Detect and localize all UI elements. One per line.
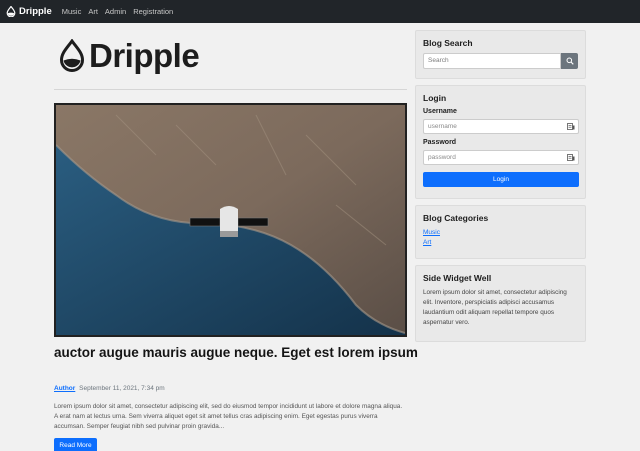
login-button[interactable]: Login (423, 172, 579, 187)
categories-list: Music Art (423, 228, 578, 247)
username-placeholder: username (428, 123, 457, 130)
search-card-title: Blog Search (423, 38, 473, 48)
categories-card-title: Blog Categories (423, 213, 489, 223)
category-link-art[interactable]: Art (423, 238, 578, 248)
search-row: Search (423, 53, 578, 69)
side-widget-text: Lorem ipsum dolor sit amet, consectetur … (423, 289, 567, 326)
navbar: Dripple Music Art Admin Registration (0, 0, 640, 23)
nav-link-music[interactable]: Music (62, 7, 82, 16)
divider (54, 89, 407, 90)
post-hero-image[interactable] (54, 103, 407, 337)
username-label: Username (423, 108, 457, 115)
search-input[interactable]: Search (423, 53, 562, 69)
site-logo: Dripple (54, 23, 407, 89)
nav-link-art[interactable]: Art (88, 7, 98, 16)
nav-brand-label: Dripple (19, 6, 52, 17)
login-card-title: Login (423, 93, 447, 103)
logo-text: Dripple (89, 37, 200, 74)
autofill-icon[interactable] (567, 154, 575, 161)
category-link-music[interactable]: Music (423, 228, 578, 238)
nav-link-registration[interactable]: Registration (133, 7, 173, 16)
search-button[interactable] (561, 53, 578, 69)
password-input[interactable]: password (423, 150, 579, 165)
post-author-link[interactable]: Author (54, 385, 75, 392)
password-label: Password (423, 139, 457, 146)
read-more-button[interactable]: Read More (54, 438, 97, 451)
categories-card: Blog Categories Music Art (415, 205, 586, 259)
password-placeholder: password (428, 154, 456, 161)
side-widget-card: Side Widget Well Lorem ipsum dolor sit a… (415, 265, 586, 342)
username-input[interactable]: username (423, 119, 579, 134)
post-excerpt: Lorem ipsum dolor sit amet, consectetur … (54, 403, 403, 431)
nav-brand[interactable]: Dripple (6, 6, 52, 17)
drop-logo-icon (59, 39, 85, 72)
login-card: Login Username username Password passwor… (415, 85, 586, 199)
search-card: Blog Search Search (415, 30, 586, 79)
nav-link-admin[interactable]: Admin (105, 7, 126, 16)
autofill-icon[interactable] (567, 123, 575, 130)
drop-logo-icon (6, 6, 16, 17)
post-date: September 11, 2021, 7:34 pm (79, 385, 165, 392)
post-meta: Author September 11, 2021, 7:34 pm (54, 385, 165, 392)
search-icon (566, 57, 574, 65)
side-widget-title: Side Widget Well (423, 273, 492, 283)
main-column: Dripple auctor augue mauris augue neque.… (54, 23, 418, 451)
post-title[interactable]: auctor augue mauris augue neque. Eget es… (54, 345, 418, 360)
